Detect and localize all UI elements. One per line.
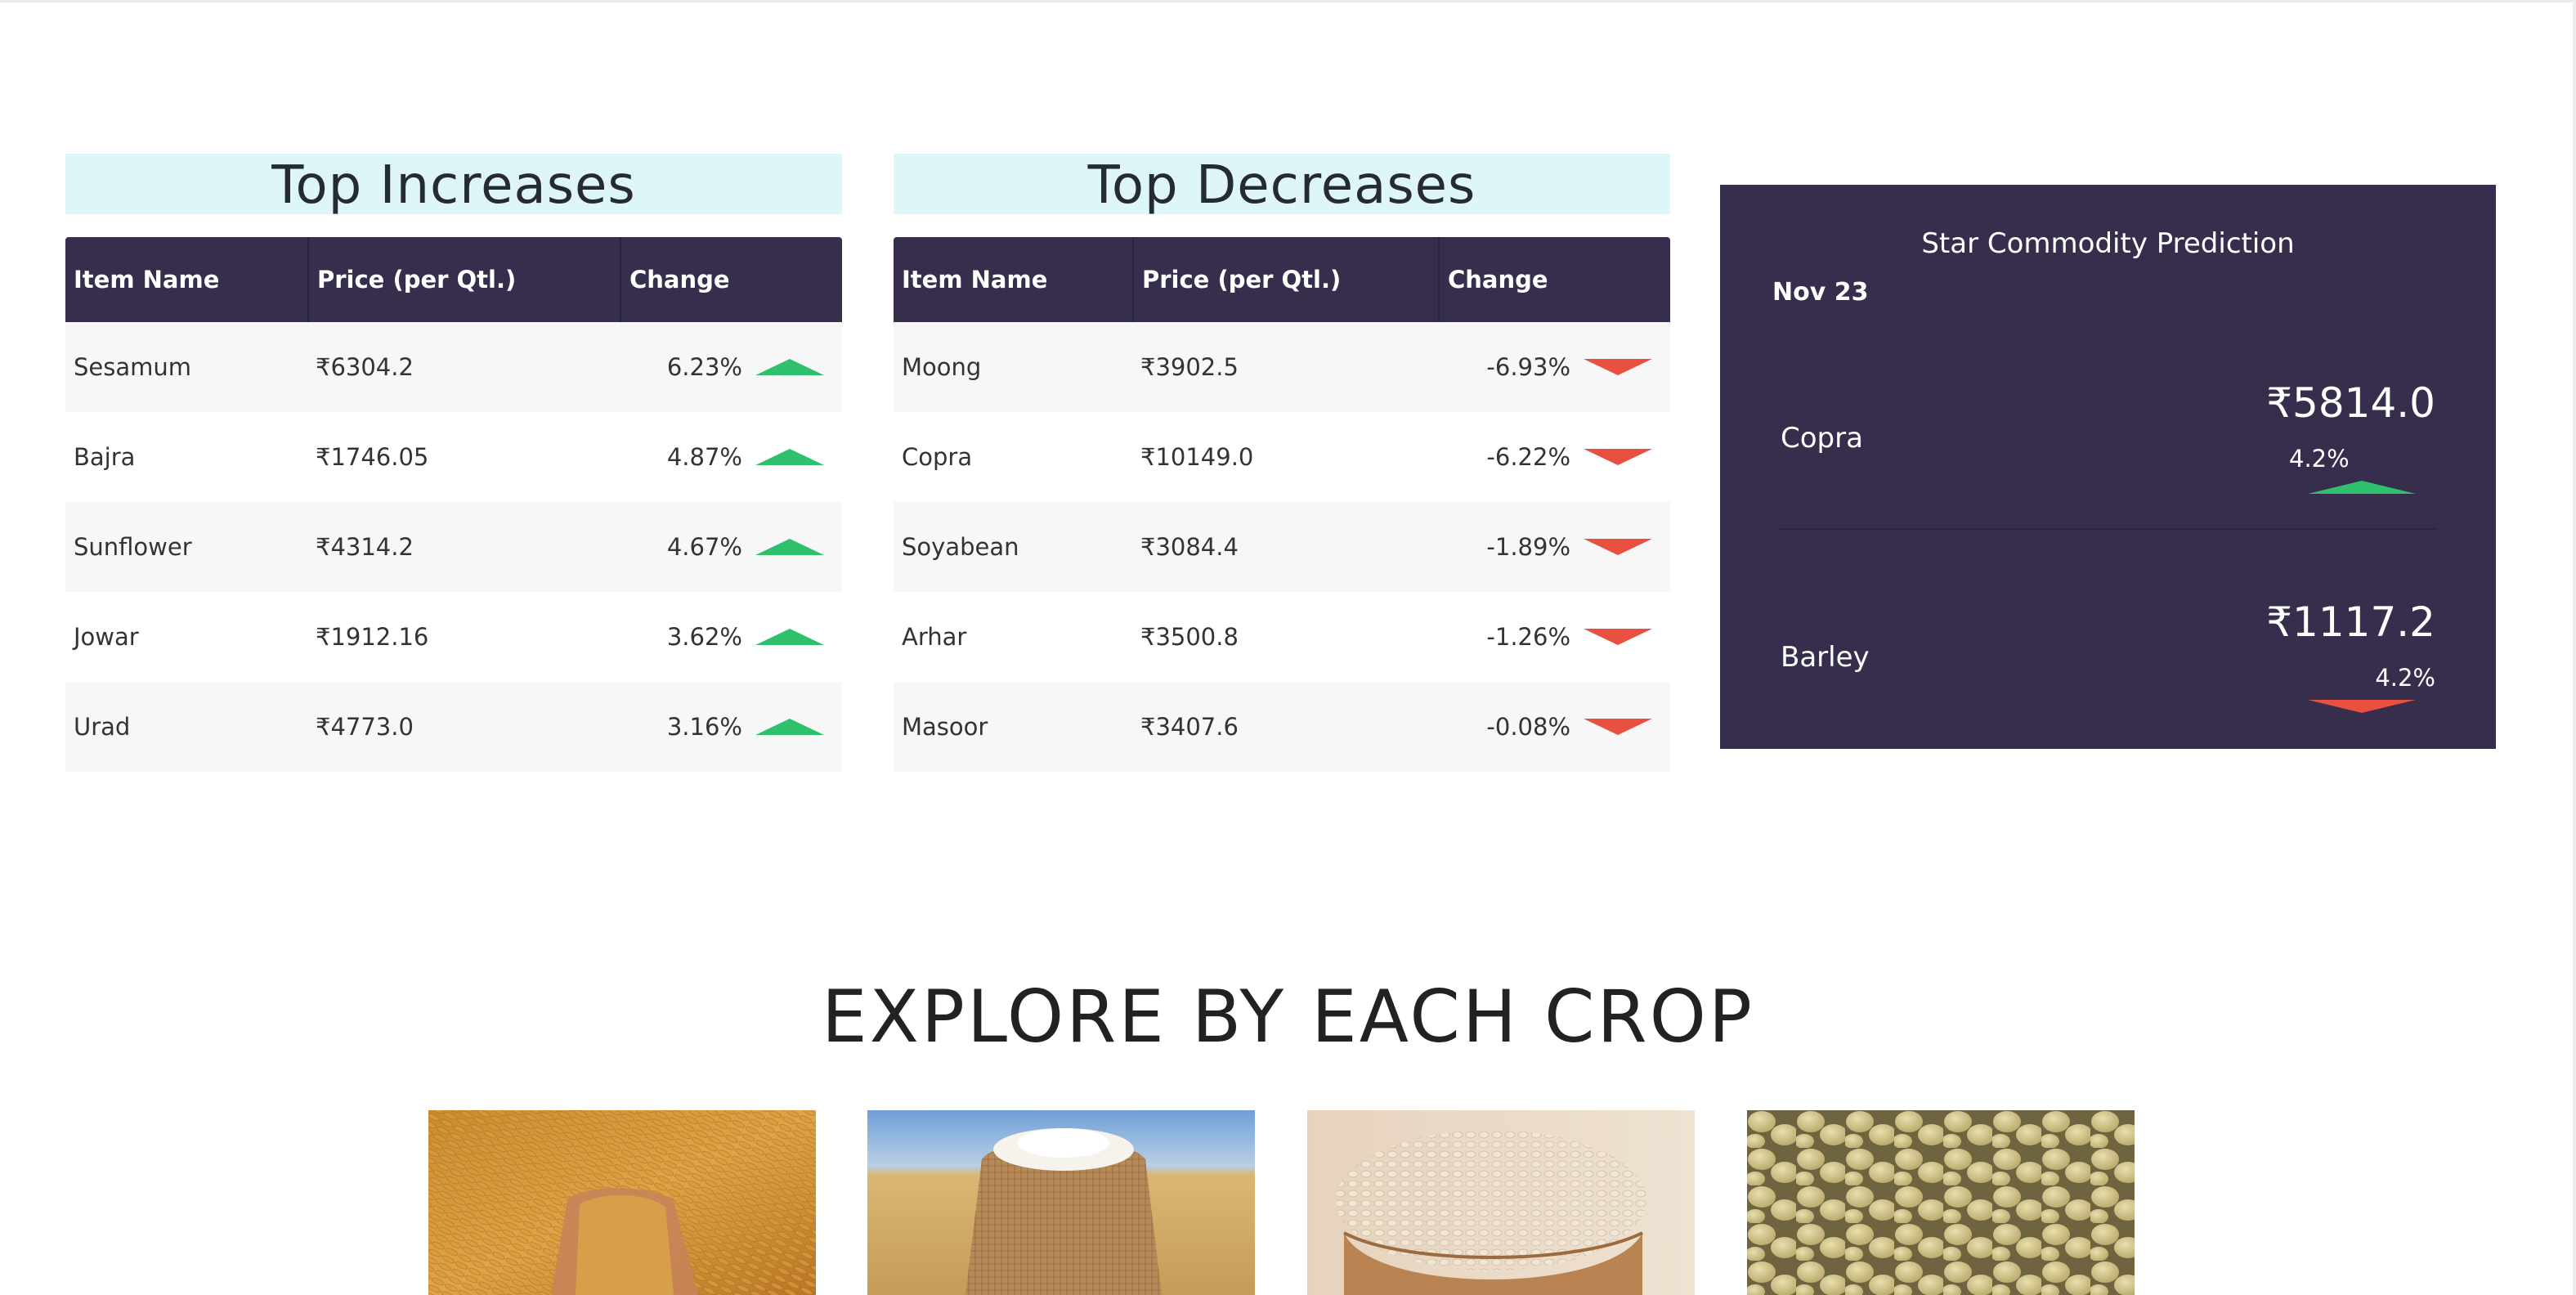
change-percent: 4.87% xyxy=(666,443,742,471)
item-price: ₹3500.8 xyxy=(1140,623,1239,651)
item-price: ₹3902.5 xyxy=(1140,353,1239,381)
item-name: Soyabean xyxy=(902,533,1019,561)
item-price: ₹4314.2 xyxy=(316,533,414,561)
change-percent: -6.22% xyxy=(1486,443,1570,471)
prediction-date: Nov 23 xyxy=(1772,278,1869,307)
item-price: ₹3407.6 xyxy=(1140,713,1239,741)
trend-down-icon xyxy=(1584,719,1652,735)
table-header: Item Name Price (per Qtl.) Change xyxy=(65,237,842,322)
change-percent: -1.89% xyxy=(1486,533,1570,561)
top-increases-table: Top Increases Item Name Price (per Qtl.)… xyxy=(65,154,842,772)
item-price: ₹1746.05 xyxy=(316,443,429,471)
trend-down-icon xyxy=(1584,629,1652,645)
commodity-name: Copra xyxy=(1781,422,1863,455)
table-row[interactable]: Moong ₹3902.5 -6.93% xyxy=(894,322,1670,412)
column-header-item-name[interactable]: Item Name xyxy=(65,237,307,322)
item-change: -6.22% xyxy=(1438,443,1670,471)
trend-up-icon xyxy=(755,719,824,735)
table-row[interactable]: Jowar ₹1912.16 3.62% xyxy=(65,592,842,682)
prediction-item[interactable]: Barley ₹1117.2 4.2% xyxy=(1720,528,2496,747)
trend-down-icon xyxy=(1584,359,1652,375)
item-change: -1.89% xyxy=(1438,533,1670,561)
item-name: Masoor xyxy=(902,713,988,741)
predicted-price: ₹1117.2 xyxy=(2266,598,2435,646)
trend-up-icon xyxy=(755,539,824,555)
table-body: Sesamum ₹6304.2 6.23% Bajra ₹1746.05 4.8… xyxy=(65,322,842,772)
change-percent: 4.67% xyxy=(666,533,742,561)
page: Top Increases Item Name Price (per Qtl.)… xyxy=(0,0,2576,1295)
table-row[interactable]: Sesamum ₹6304.2 6.23% xyxy=(65,322,842,412)
soybeans-image xyxy=(1747,1110,2135,1295)
item-name: Copra xyxy=(902,443,973,471)
item-name: Sesamum xyxy=(74,353,192,381)
paddy-grains-image xyxy=(428,1110,816,1295)
trend-up-icon xyxy=(755,629,824,645)
table-row[interactable]: Bajra ₹1746.05 4.87% xyxy=(65,412,842,502)
table-row[interactable]: Soyabean ₹3084.4 -1.89% xyxy=(894,502,1670,592)
item-change: -6.93% xyxy=(1438,353,1670,381)
table-row[interactable]: Masoor ₹3407.6 -0.08% xyxy=(894,682,1670,772)
trend-down-icon xyxy=(2308,700,2416,713)
table-row[interactable]: Urad ₹4773.0 3.16% xyxy=(65,682,842,772)
trend-down-icon xyxy=(1584,449,1652,465)
barley-bowl-image xyxy=(1307,1110,1695,1295)
commodity-name: Barley xyxy=(1781,641,1870,674)
item-name: Jowar xyxy=(74,623,139,651)
column-header-price[interactable]: Price (per Qtl.) xyxy=(1132,237,1438,322)
explore-heading: EXPLORE BY EACH CROP xyxy=(822,975,1754,1059)
star-commodity-panel: Star Commodity Prediction Nov 23 Copra ₹… xyxy=(1720,185,2496,749)
column-header-price[interactable]: Price (per Qtl.) xyxy=(307,237,620,322)
table-body: Moong ₹3902.5 -6.93% Copra ₹10149.0 -6.2… xyxy=(894,322,1670,772)
change-percent: -1.26% xyxy=(1486,623,1570,651)
item-change: -1.26% xyxy=(1438,623,1670,651)
trend-up-icon xyxy=(2308,481,2416,494)
item-change: 3.62% xyxy=(620,623,842,651)
item-price: ₹10149.0 xyxy=(1140,443,1254,471)
item-change: -0.08% xyxy=(1438,713,1670,741)
top-increases-title: Top Increases xyxy=(65,154,842,216)
trend-up-icon xyxy=(755,359,824,375)
crop-card-barley[interactable] xyxy=(1307,1110,1695,1295)
item-name: Bajra xyxy=(74,443,136,471)
item-price: ₹6304.2 xyxy=(316,353,414,381)
table-header: Item Name Price (per Qtl.) Change xyxy=(894,237,1670,322)
item-name: Moong xyxy=(902,353,982,381)
item-change: 6.23% xyxy=(620,353,842,381)
column-header-item-name[interactable]: Item Name xyxy=(894,237,1132,322)
item-change: 3.16% xyxy=(620,713,842,741)
column-header-change[interactable]: Change xyxy=(1438,237,1670,322)
scrollbar-track[interactable] xyxy=(2573,0,2576,1295)
crop-card-wheat-flour[interactable] xyxy=(867,1110,1255,1295)
item-change: 4.87% xyxy=(620,443,842,471)
item-price: ₹3084.4 xyxy=(1140,533,1239,561)
item-price: ₹1912.16 xyxy=(316,623,429,651)
flour-sack-image xyxy=(867,1110,1255,1295)
table-row[interactable]: Sunflower ₹4314.2 4.67% xyxy=(65,502,842,592)
predicted-price: ₹5814.0 xyxy=(2266,379,2435,427)
predicted-change: 4.2% xyxy=(2289,445,2350,473)
column-header-change[interactable]: Change xyxy=(620,237,842,322)
trend-down-icon xyxy=(1584,539,1652,555)
change-percent: -6.93% xyxy=(1486,353,1570,381)
item-name: Sunflower xyxy=(74,533,192,561)
item-name: Arhar xyxy=(902,623,967,651)
top-decreases-title: Top Decreases xyxy=(894,154,1670,216)
table-row[interactable]: Arhar ₹3500.8 -1.26% xyxy=(894,592,1670,682)
item-price: ₹4773.0 xyxy=(316,713,414,741)
item-name: Urad xyxy=(74,713,131,741)
change-percent: -0.08% xyxy=(1486,713,1570,741)
change-percent: 6.23% xyxy=(666,353,742,381)
top-decreases-table: Top Decreases Item Name Price (per Qtl.)… xyxy=(894,154,1670,772)
table-row[interactable]: Copra ₹10149.0 -6.22% xyxy=(894,412,1670,502)
change-percent: 3.62% xyxy=(666,623,742,651)
item-change: 4.67% xyxy=(620,533,842,561)
change-percent: 3.16% xyxy=(666,713,742,741)
predicted-change: 4.2% xyxy=(2375,664,2435,692)
trend-up-icon xyxy=(755,449,824,465)
prediction-item[interactable]: Copra ₹5814.0 4.2% xyxy=(1720,307,2496,527)
crop-card-paddy[interactable] xyxy=(428,1110,816,1295)
crop-card-soybean[interactable] xyxy=(1747,1110,2135,1295)
top-divider xyxy=(0,0,2576,2)
star-panel-title: Star Commodity Prediction xyxy=(1921,227,2295,260)
